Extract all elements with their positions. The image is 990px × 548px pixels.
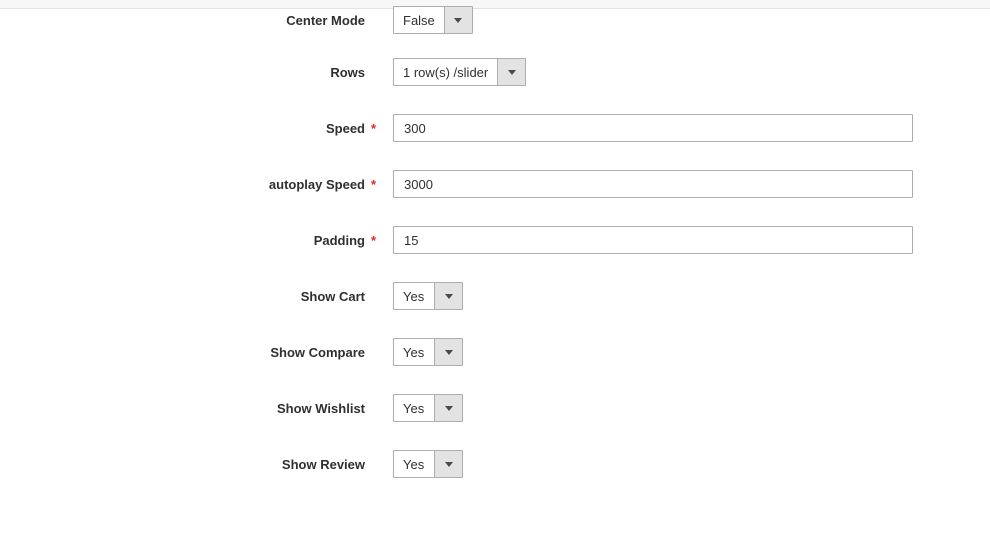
form-field-row: Show Wishlist Yes xyxy=(0,380,990,436)
field-label-text: Show Cart xyxy=(301,289,365,304)
field-label-text: Show Review xyxy=(282,457,365,472)
chevron-down-icon[interactable] xyxy=(434,283,462,309)
select-value: Yes xyxy=(394,451,434,477)
field-label-text: Speed xyxy=(326,121,365,136)
center-mode-select[interactable]: False xyxy=(393,6,473,34)
field-control: Yes xyxy=(393,436,463,492)
form-field-row: Show Compare Yes xyxy=(0,324,990,380)
select-value: 1 row(s) /slider xyxy=(394,59,497,85)
field-label: Rows xyxy=(0,44,365,100)
required-asterisk: * xyxy=(371,100,376,156)
field-control: Yes xyxy=(393,324,463,380)
form-field-row: Rows 1 row(s) /slider xyxy=(0,44,990,100)
speed-input[interactable] xyxy=(393,114,913,142)
field-label-text: Show Wishlist xyxy=(277,401,365,416)
admin-slider-settings-form: Center Mode False Rows 1 row(s) /slider … xyxy=(0,0,990,548)
form-field-row: Center Mode False xyxy=(0,0,990,48)
chevron-down-icon[interactable] xyxy=(434,395,462,421)
form-field-row: Speed * xyxy=(0,100,990,156)
caret-triangle xyxy=(445,406,453,411)
field-label: Center Mode xyxy=(0,0,365,48)
field-control: Yes xyxy=(393,268,463,324)
field-control xyxy=(393,212,913,268)
select-value: Yes xyxy=(394,283,434,309)
field-label: Show Wishlist xyxy=(0,380,365,436)
show-review-select[interactable]: Yes xyxy=(393,450,463,478)
field-control xyxy=(393,156,913,212)
required-asterisk: * xyxy=(371,156,376,212)
caret-triangle xyxy=(445,294,453,299)
chevron-down-icon[interactable] xyxy=(497,59,525,85)
field-label-text: Padding xyxy=(314,233,365,248)
caret-triangle xyxy=(454,18,462,23)
field-control: Yes xyxy=(393,380,463,436)
caret-triangle xyxy=(445,462,453,467)
field-label: Speed xyxy=(0,100,365,156)
select-value: Yes xyxy=(394,395,434,421)
form-field-row: Padding * xyxy=(0,212,990,268)
caret-triangle xyxy=(445,350,453,355)
required-asterisk: * xyxy=(371,212,376,268)
field-control xyxy=(393,100,913,156)
form-fields: Center Mode False Rows 1 row(s) /slider … xyxy=(0,0,990,548)
show-cart-select[interactable]: Yes xyxy=(393,282,463,310)
autoplay-speed-input[interactable] xyxy=(393,170,913,198)
form-field-row: Show Review Yes xyxy=(0,436,990,492)
field-label: autoplay Speed xyxy=(0,156,365,212)
form-field-row: autoplay Speed * xyxy=(0,156,990,212)
field-label-text: autoplay Speed xyxy=(269,177,365,192)
field-label-text: Rows xyxy=(330,65,365,80)
select-value: Yes xyxy=(394,339,434,365)
rows-select[interactable]: 1 row(s) /slider xyxy=(393,58,526,86)
field-label-text: Center Mode xyxy=(286,13,365,28)
select-value: False xyxy=(394,7,444,33)
field-label: Show Compare xyxy=(0,324,365,380)
chevron-down-icon[interactable] xyxy=(434,451,462,477)
field-label-text: Show Compare xyxy=(270,345,365,360)
chevron-down-icon[interactable] xyxy=(444,7,472,33)
show-compare-select[interactable]: Yes xyxy=(393,338,463,366)
field-label: Padding xyxy=(0,212,365,268)
field-control: 1 row(s) /slider xyxy=(393,44,526,100)
form-field-row: Show Cart Yes xyxy=(0,268,990,324)
field-control: False xyxy=(393,0,473,48)
show-wishlist-select[interactable]: Yes xyxy=(393,394,463,422)
chevron-down-icon[interactable] xyxy=(434,339,462,365)
padding-input[interactable] xyxy=(393,226,913,254)
field-label: Show Cart xyxy=(0,268,365,324)
caret-triangle xyxy=(508,70,516,75)
field-label: Show Review xyxy=(0,436,365,492)
